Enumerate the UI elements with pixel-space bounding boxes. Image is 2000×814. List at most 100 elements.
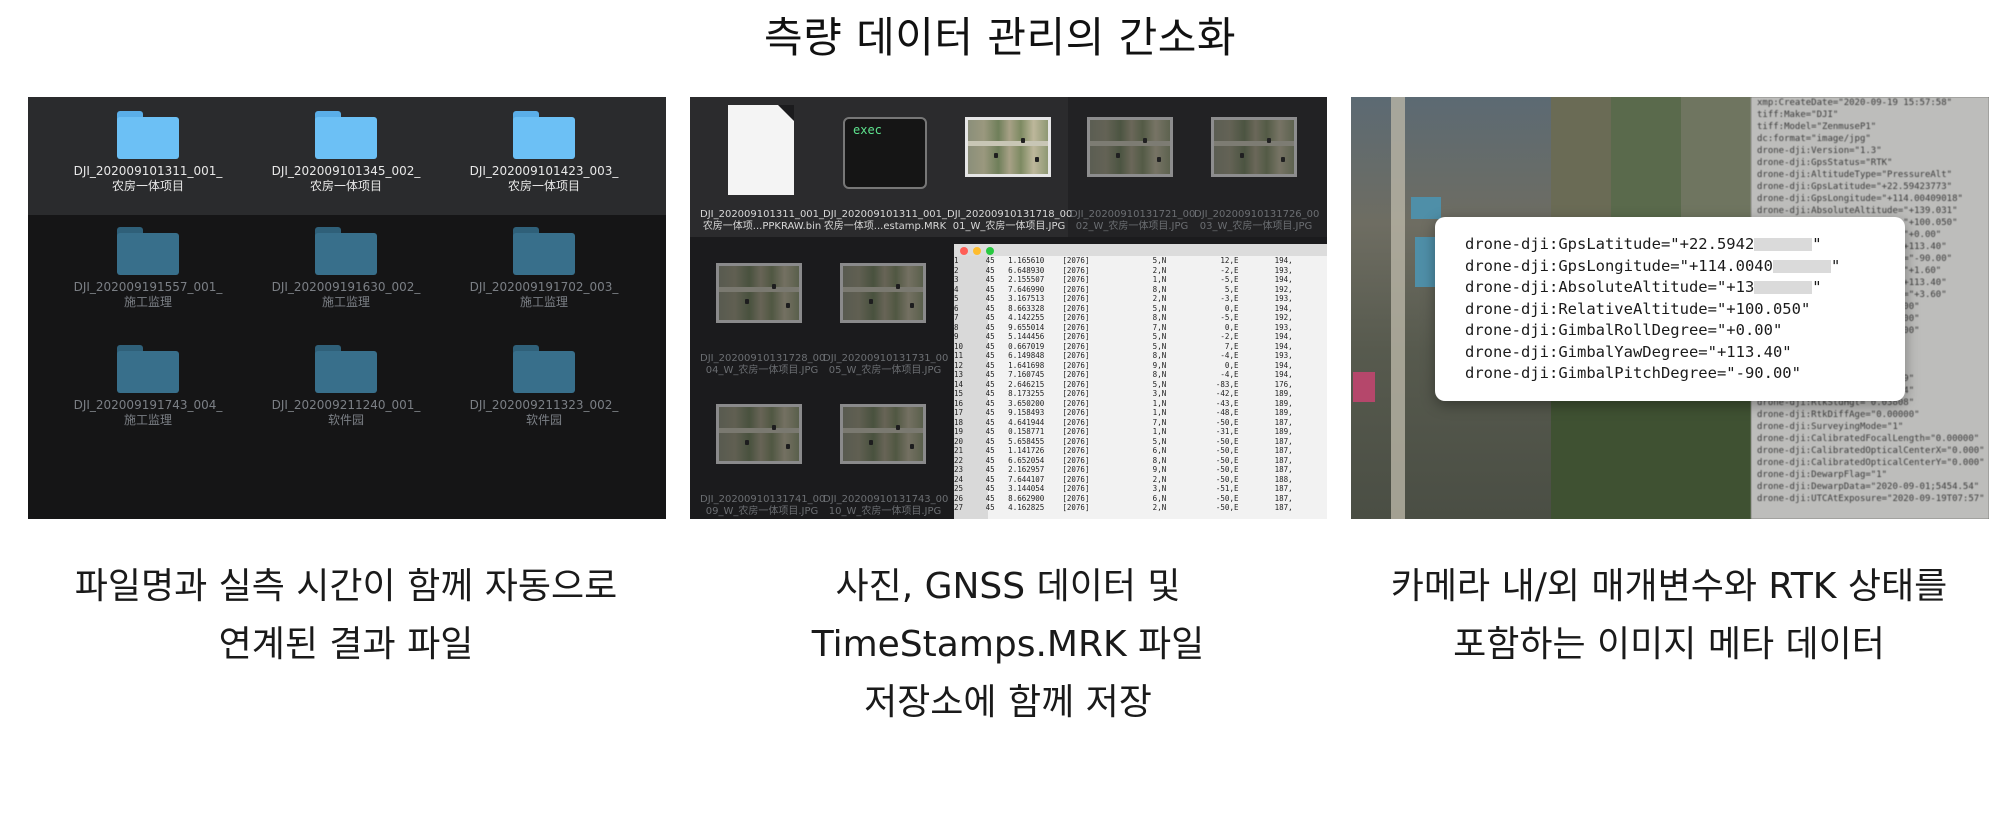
aerial-photo-thumbnail[interactable] — [1211, 117, 1297, 177]
zoom-window-button[interactable] — [986, 247, 994, 255]
folder-icon — [117, 111, 179, 159]
ppkraw-file-icon[interactable] — [728, 105, 794, 195]
exec-label: exec — [853, 123, 882, 137]
mrk-row: 3 45 2.155507 [2076] 1,N -5,E 194, — [954, 275, 1293, 284]
aerial-roof — [1353, 372, 1375, 402]
thumbnail-marker — [993, 153, 998, 158]
folder-item[interactable]: DJI_202009191557_001_ 施工监理 — [43, 227, 253, 310]
metadata-line: drone-dji:DewarpData="2020-09-01;5454.54… — [1757, 482, 1980, 492]
aerial-photo-thumbnail[interactable] — [716, 263, 802, 323]
folder-icon — [117, 227, 179, 275]
image-metadata-panel: xmp:CreateDate="2020-09-19 15:57:58" tiff… — [1351, 97, 1989, 519]
caption-image-metadata: 카메라 내/외 매개변수와 RTK 상태를 포함하는 이미지 메타 데이터 — [1349, 558, 1989, 674]
folder-item[interactable]: DJI_202009191630_002_ 施工监理 — [241, 227, 451, 310]
thumbnail-marker — [896, 284, 901, 289]
folder-icon — [513, 227, 575, 275]
mrk-row: 19 45 0.158771 [2076] 1,N -31,E 189, — [954, 427, 1293, 436]
metadata-line: tiff:Model="ZenmuseP1" — [1757, 122, 1877, 132]
folder-item[interactable]: DJI_202009101345_002_ 农房一体项目 — [241, 111, 451, 194]
aerial-photo-thumbnail[interactable] — [716, 404, 802, 464]
mrk-row: 6 45 8.663328 [2076] 5,N 0,E 194, — [954, 303, 1293, 313]
folder-label: DJI_202009191557_001_ 施工监理 — [73, 280, 223, 309]
file-label: DJI_20200910131741_00 09_W_农房一体项目.JPG — [700, 494, 826, 517]
caption-result-files: 파일명과 실측 시간이 함께 자동으로 연계된 결과 파일 — [26, 558, 666, 674]
mrk-row: 25 45 3.144054 [2076] 3,N -51,E 187, — [954, 484, 1293, 493]
folder-item[interactable]: DJI_202009211323_002_ 软件园 — [439, 345, 649, 428]
minimize-window-button[interactable] — [973, 247, 981, 255]
aerial-photo-thumbnail[interactable] — [965, 117, 1051, 177]
metadata-field: drone-dji:GimbalPitchDegree="-90.00" — [1465, 363, 1905, 385]
metadata-field: drone-dji:GpsLatitude="+22.5942 " — [1465, 234, 1905, 256]
folder-label: DJI_202009191743_004_ 施工监理 — [73, 398, 223, 427]
redacted-digits — [1754, 281, 1813, 294]
metadata-line: drone-dji:SurveyingMode="1" — [1757, 422, 1904, 432]
metadata-field: drone-dji:GpsLongitude="+114.0040 " — [1465, 256, 1905, 278]
caption-line: 연계된 결과 파일 — [218, 624, 474, 665]
thumbnail-marker — [910, 444, 915, 450]
redacted-digits — [1772, 259, 1831, 273]
aerial-photo-thumbnail[interactable] — [1087, 117, 1173, 177]
folder-item[interactable]: DJI_202009191743_004_ 施工监理 — [43, 345, 253, 428]
thumbnail-marker — [786, 444, 791, 450]
mrk-row: 2 45 6.648930 [2076] 2,N -2,E 193, — [954, 265, 1293, 275]
mrk-row: 13 45 7.160745 [2076] 8,N -4,E 194, — [954, 370, 1293, 379]
mrk-file-window[interactable]: 1 45 1.165610 [2076] 5,N 12,E 194, 2 45 6… — [954, 244, 1327, 519]
file-label: DJI_20200910131728_00 04_W_农房一体项目.JPG — [700, 353, 826, 376]
folder-label: DJI_202009191702_003_ 施工监理 — [469, 280, 619, 309]
file-label: DJI_20200910131743_00 10_W_农房一体项目.JPG — [823, 494, 949, 517]
metadata-line: drone-dji:Version="1.3" — [1757, 146, 1882, 156]
thumbnail-marker — [1267, 138, 1272, 143]
mrk-row: 23 45 2.162957 [2076] 9,N -50,E 187, — [954, 465, 1293, 474]
page-title: 측량 데이터 관리의 간소화 — [763, 13, 1237, 62]
mrk-exec-file-icon[interactable]: exec — [843, 117, 927, 189]
mrk-row: 22 45 6.652054 [2076] 8,N -50,E 187, — [954, 455, 1293, 465]
metadata-field-quote: " — [1812, 278, 1822, 296]
caption-line: 카메라 내/외 매개변수와 RTK 상태를 — [1390, 566, 1948, 607]
repository-files-panel: exec DJI_202009101311_001_ 农房一体项...PPKRAW… — [690, 97, 1327, 519]
file-label: DJI_202009101311_001_ 农房一体项...PPKRAW.bin — [700, 209, 825, 232]
thumbnail-road — [1214, 140, 1294, 146]
folder-item[interactable]: DJI_202009101423_003_ 农房一体项目 — [439, 111, 649, 194]
metadata-field-value: drone-dji:GpsLongitude="+114.0040 — [1465, 256, 1773, 275]
folder-item[interactable]: DJI_202009101311_001_ 农房一体项目 — [43, 111, 253, 194]
thumbnail-marker — [868, 440, 873, 445]
thumbnail-marker — [910, 303, 915, 309]
mrk-row: 16 45 3.650200 [2076] 1,N -43,E 189, — [954, 398, 1293, 408]
caption-repository: 사진, GNSS 데이터 및 TimeStamps.MRK 파일 저장소에 함께… — [688, 558, 1328, 732]
mrk-row: 10 45 0.667019 [2076] 5,N 7,E 194, — [954, 341, 1293, 351]
metadata-field-value: drone-dji:GpsLatitude="+22.5942 — [1465, 235, 1755, 253]
aerial-photo-thumbnail[interactable] — [840, 404, 926, 464]
close-window-button[interactable] — [960, 247, 968, 255]
folder-label: DJI_202009211323_002_ 软件园 — [469, 398, 619, 427]
folder-item[interactable]: DJI_202009191702_003_ 施工监理 — [439, 227, 649, 310]
metadata-line: drone-dji:CalibratedOpticalCenterX="0.00… — [1757, 446, 1985, 456]
thumbnail-road — [843, 427, 923, 433]
mrk-row: 20 45 5.658455 [2076] 5,N -50,E 187, — [954, 436, 1293, 446]
folder-icon — [315, 345, 377, 393]
folder-icon — [117, 345, 179, 393]
metadata-field: drone-dji:GimbalYawDegree="+113.40" — [1465, 342, 1905, 364]
metadata-field: drone-dji:GimbalRollDegree="+0.00" — [1465, 320, 1905, 342]
aerial-photo-thumbnail[interactable] — [840, 263, 926, 323]
folder-icon — [315, 227, 377, 275]
metadata-field: drone-dji:AbsoluteAltitude="+13 " — [1465, 277, 1905, 299]
metadata-line: drone-dji:GpsStatus="RTK" — [1757, 158, 1893, 168]
redacted-digits — [1754, 238, 1813, 251]
metadata-line: drone-dji:DewarpFlag="1" — [1757, 470, 1888, 480]
folder-item[interactable]: DJI_202009211240_001_ 软件园 — [241, 345, 451, 428]
folder-label: DJI_202009101311_001_ 农房一体项目 — [73, 164, 223, 193]
mrk-row: 26 45 8.662900 [2076] 6,N -50,E 187, — [954, 493, 1293, 503]
mrk-data-rows: 1 45 1.165610 [2076] 5,N 12,E 194, 2 45 6… — [954, 256, 1327, 513]
metadata-line: drone-dji:RtkDiffAge="0.00000" — [1757, 410, 1920, 420]
thumbnail-marker — [1115, 153, 1120, 158]
mrk-row: 27 45 4.162825 [2076] 2,N -50,E 187, — [954, 503, 1293, 512]
caption-line: 파일명과 실측 시간이 함께 자동으로 — [74, 566, 618, 607]
aerial-road — [1391, 97, 1405, 519]
thumbnail-marker — [1239, 153, 1244, 158]
mrk-row: 4 45 7.646990 [2076] 8,N 5,E 192, — [954, 284, 1293, 294]
folder-icon — [513, 111, 575, 159]
thumbnail-marker — [744, 299, 749, 304]
caption-line: 포함하는 이미지 메타 데이터 — [1453, 624, 1885, 665]
metadata-line: drone-dji:GpsLongitude="+114.00409018" — [1757, 194, 1963, 204]
thumbnail-marker — [786, 303, 791, 309]
